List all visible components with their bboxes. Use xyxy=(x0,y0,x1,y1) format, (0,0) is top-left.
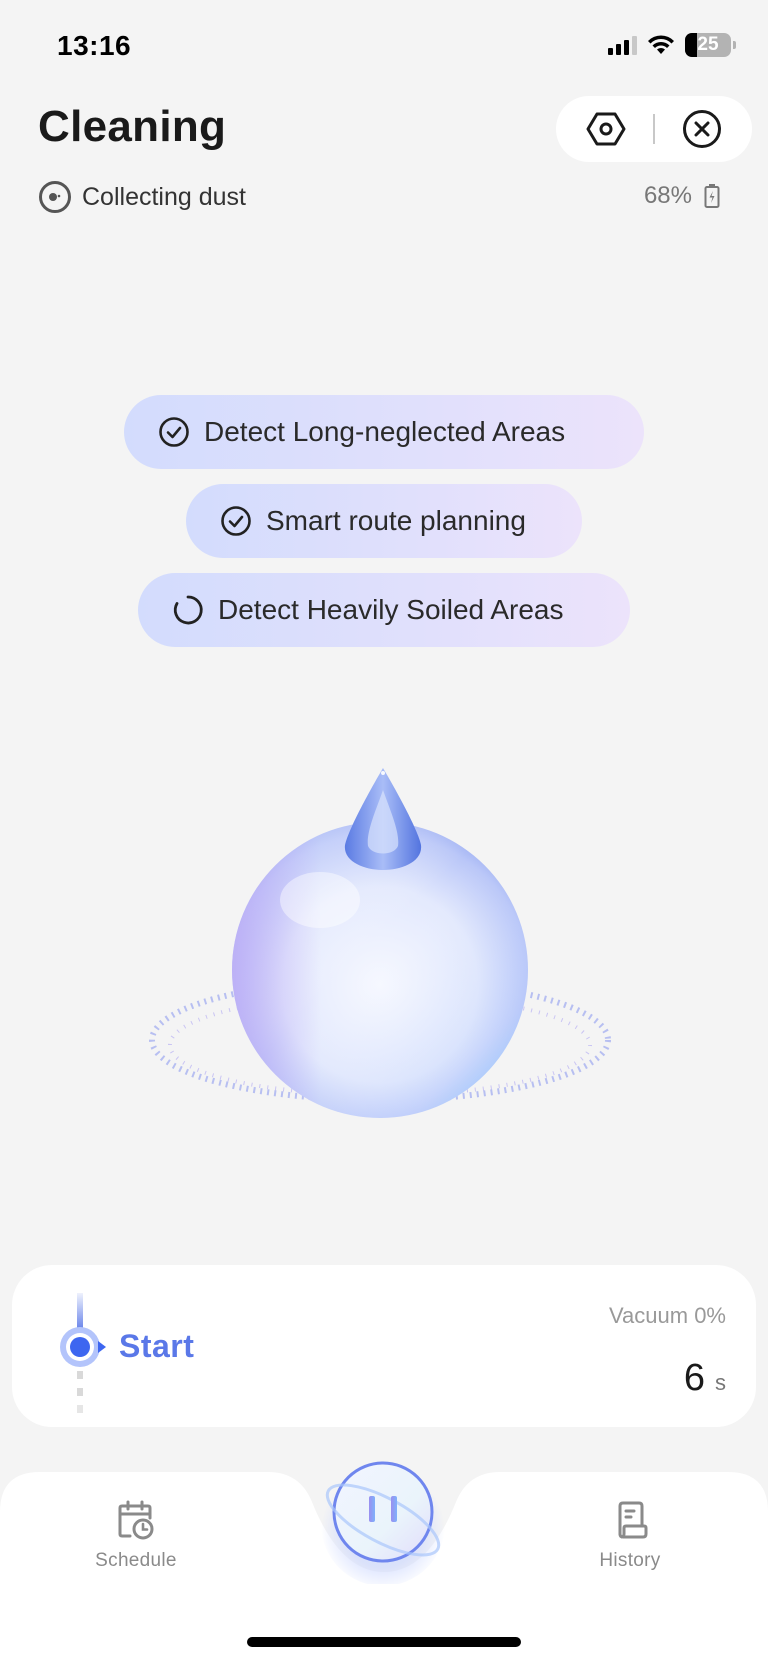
current-step-label: Start xyxy=(119,1328,195,1364)
progress-step-label: Detect Heavily Soiled Areas xyxy=(218,594,564,625)
battery-icon: 25 xyxy=(685,33,731,57)
battery-charging-icon xyxy=(704,184,720,208)
battery-percent: 25 xyxy=(697,34,719,55)
cellular-signal-icon xyxy=(608,35,637,55)
header-actions xyxy=(556,96,752,162)
history-scroll-icon xyxy=(618,1501,648,1539)
cleaning-progress-card: Start Vacuum 0% 6 s xyxy=(12,1265,756,1427)
cleaning-screen: 13:16 25 Cleaning Collecting dust 68% De… xyxy=(0,0,768,1662)
progress-step-heavily-soiled: Detect Heavily Soiled Areas xyxy=(138,573,630,647)
timeline-indicator xyxy=(60,1293,106,1413)
hexagon-nut-icon xyxy=(586,112,626,146)
nav-history[interactable]: History xyxy=(570,1500,690,1572)
duration-value: 6 xyxy=(683,1357,705,1399)
status-time: 13:16 xyxy=(57,30,132,61)
check-circle-icon xyxy=(221,506,251,536)
check-circle-icon xyxy=(159,417,189,447)
robot-droplet-illustration xyxy=(149,768,611,1118)
dust-collect-icon xyxy=(39,181,71,213)
page-title: Cleaning xyxy=(38,102,227,151)
robot-battery: 68% xyxy=(644,182,720,210)
loading-spinner-icon xyxy=(173,595,203,625)
pause-icon xyxy=(321,1461,445,1586)
settings-button[interactable] xyxy=(585,108,627,150)
device-status-row: Collecting dust xyxy=(38,180,246,214)
device-status-text: Collecting dust xyxy=(82,182,246,211)
progress-step-label: Detect Long-neglected Areas xyxy=(204,416,566,447)
progress-step-long-neglected: Detect Long-neglected Areas xyxy=(124,395,644,469)
wifi-icon xyxy=(648,35,674,54)
duration-unit: s xyxy=(715,1370,726,1395)
circle-x-icon xyxy=(683,110,721,148)
close-button[interactable] xyxy=(681,108,723,150)
robot-battery-text: 68% xyxy=(643,182,692,209)
progress-step-label: Smart route planning xyxy=(266,505,526,536)
calendar-clock-icon xyxy=(118,1500,154,1540)
progress-step-route-planning: Smart route planning xyxy=(186,484,582,558)
home-indicator[interactable] xyxy=(247,1637,521,1647)
nav-schedule-label: Schedule xyxy=(95,1550,177,1571)
vacuum-label: Vacuum 0% xyxy=(609,1303,726,1328)
nav-schedule[interactable]: Schedule xyxy=(76,1500,196,1572)
header-divider xyxy=(653,114,655,144)
pause-button[interactable] xyxy=(318,1454,448,1586)
status-bar: 13:16 25 xyxy=(0,0,768,90)
bottom-navigation: Schedule History xyxy=(0,1461,768,1662)
elapsed-duration: 6 s xyxy=(684,1357,726,1400)
nav-history-label: History xyxy=(599,1550,661,1571)
status-icons: 25 xyxy=(608,33,736,57)
battery-tip xyxy=(733,41,736,49)
